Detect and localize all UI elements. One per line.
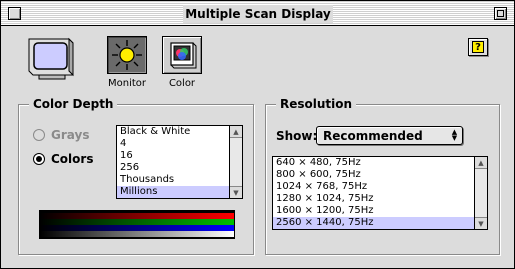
list-item[interactable]: 256	[117, 162, 230, 174]
list-item[interactable]: 800 × 600, 75Hz	[273, 169, 475, 181]
monitor-tab-label: Monitor	[107, 78, 146, 89]
resolution-list[interactable]: 640 × 480, 75Hz 800 × 600, 75Hz 1024 × 7…	[272, 156, 488, 230]
help-button[interactable]: ?	[468, 38, 488, 56]
monitor-tab[interactable]	[107, 36, 147, 74]
list-item[interactable]: 1024 × 768, 75Hz	[273, 181, 475, 193]
list-item[interactable]: 640 × 480, 75Hz	[273, 157, 475, 169]
colors-radio-button[interactable]	[33, 153, 45, 165]
color-monitor-icon	[170, 42, 197, 69]
list-item[interactable]: Thousands	[117, 174, 230, 186]
resolution-title: Resolution	[276, 97, 357, 111]
grays-radio-button[interactable]	[33, 129, 45, 141]
help-icon: ?	[472, 41, 484, 53]
list-item[interactable]: 1280 × 1024, 75Hz	[273, 193, 475, 205]
color-tab[interactable]	[162, 36, 202, 74]
monitor-icon	[25, 35, 77, 81]
list-item[interactable]: 1600 × 1200, 75Hz	[273, 205, 475, 217]
color-depth-scrollbar[interactable]: ▲ ▼	[229, 126, 242, 198]
color-depth-title: Color Depth	[29, 97, 118, 111]
scroll-down-arrow-icon[interactable]: ▼	[475, 217, 487, 229]
list-item-selected[interactable]: 2560 × 1440, 75Hz	[273, 217, 475, 229]
title-bar[interactable]: Multiple Scan Display	[1, 1, 514, 26]
close-box[interactable]	[8, 7, 21, 20]
window-title: Multiple Scan Display	[183, 5, 333, 23]
colors-radio-label: Colors	[51, 152, 94, 166]
scroll-up-arrow-icon[interactable]: ▲	[475, 157, 487, 169]
show-popup-value: Recommended	[323, 129, 423, 143]
list-item-selected[interactable]: Millions	[117, 186, 230, 198]
list-item[interactable]: 4	[117, 138, 230, 150]
control-panel-window: Multiple Scan Display Monitor Color ? Co…	[0, 0, 515, 269]
sun-icon	[112, 40, 142, 70]
color-depth-list[interactable]: Black & White 4 16 256 Thousands Million…	[116, 125, 243, 199]
scroll-up-arrow-icon[interactable]: ▲	[230, 126, 242, 138]
scroll-down-arrow-icon[interactable]: ▼	[230, 186, 242, 198]
color-gradient-preview	[39, 210, 235, 239]
color-tab-label: Color	[168, 78, 196, 89]
show-popup-menu[interactable]: Recommended ▲ ▼	[316, 126, 463, 145]
show-label: Show:	[276, 129, 318, 143]
grays-radio-label: Grays	[51, 128, 90, 142]
list-item[interactable]: 16	[117, 150, 230, 162]
resolution-scrollbar[interactable]: ▲ ▼	[474, 157, 487, 229]
popup-arrows-icon: ▲ ▼	[451, 128, 458, 142]
zoom-box[interactable]	[494, 7, 507, 20]
resolution-group: Resolution Show: Recommended ▲ ▼ 640 × 48…	[265, 97, 500, 255]
list-item[interactable]: Black & White	[117, 126, 230, 138]
gray-ramp	[40, 231, 234, 237]
colors-radio[interactable]: Colors	[33, 151, 123, 167]
grays-radio[interactable]: Grays	[33, 127, 123, 143]
